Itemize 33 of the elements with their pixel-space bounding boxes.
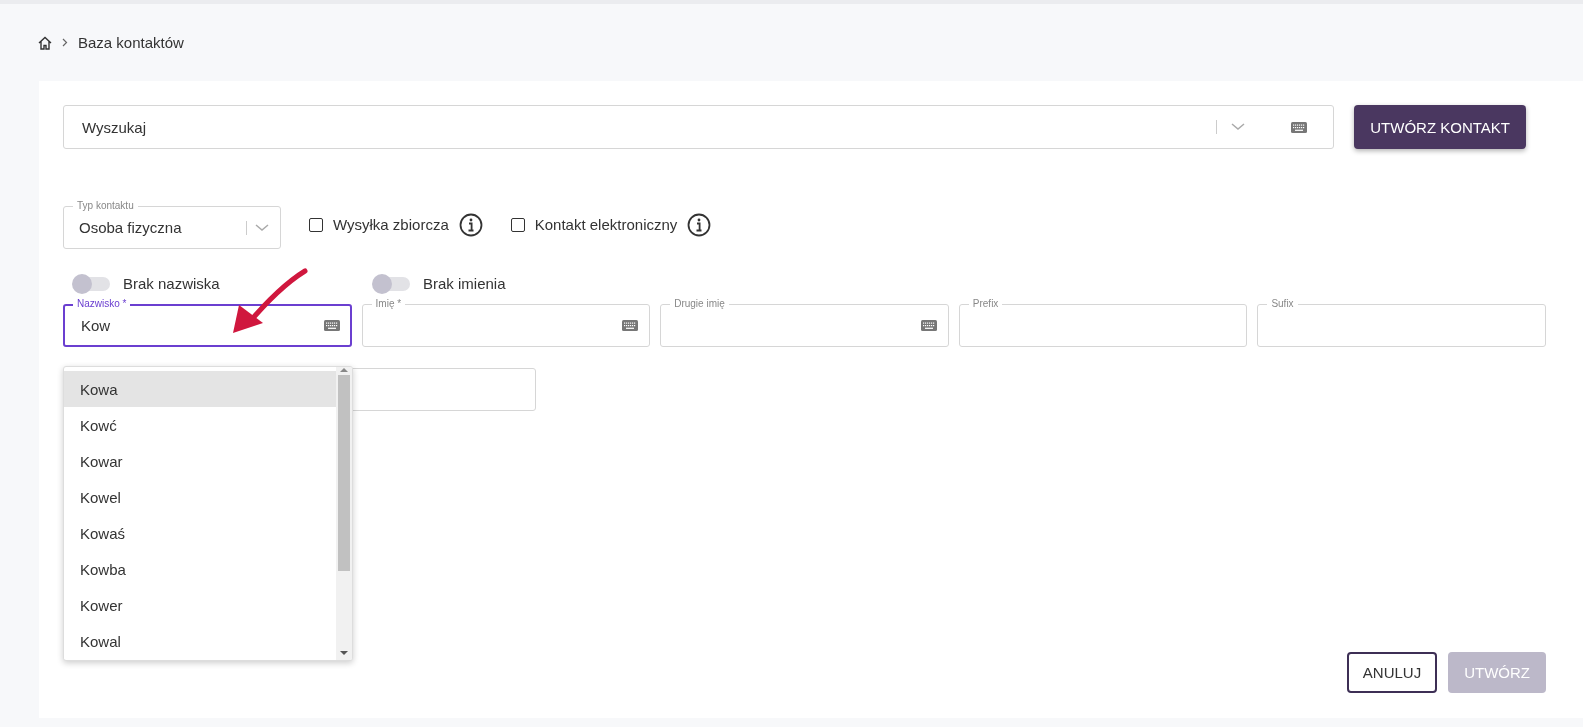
create-contact-button[interactable]: UTWÓRZ KONTAKT — [1354, 105, 1526, 149]
toggle-switch[interactable] — [373, 276, 410, 291]
toggle-label: Brak imienia — [423, 275, 506, 292]
chevron-down-icon[interactable] — [255, 223, 269, 232]
scroll-up-icon[interactable] — [340, 367, 348, 373]
keyboard-icon[interactable] — [323, 320, 340, 331]
text-field[interactable]: Sufix — [1257, 298, 1546, 347]
chevron-right-icon — [62, 38, 68, 47]
checkbox-label: Kontakt elektroniczny — [534, 216, 678, 233]
toggle-label: Brak nazwiska — [123, 275, 220, 292]
chevron-down-icon[interactable] — [1231, 123, 1246, 131]
info-icon[interactable] — [458, 212, 483, 237]
text-field[interactable]: Nazwisko * Kow — [63, 298, 352, 347]
toggle-switch[interactable] — [73, 276, 110, 291]
contact-type-select[interactable]: Typ kontaktu Osoba fizyczna — [63, 200, 281, 249]
keyboard-icon[interactable] — [1291, 121, 1308, 133]
home-icon[interactable] — [38, 35, 52, 50]
text-input[interactable]: Kow — [79, 316, 324, 335]
info-icon[interactable] — [687, 212, 712, 237]
suggestion-option[interactable]: Kowa — [64, 371, 336, 407]
scrollbar[interactable] — [336, 367, 352, 660]
checkbox[interactable] — [510, 217, 525, 232]
scroll-down-icon[interactable] — [340, 650, 348, 656]
text-field[interactable]: Imię * — [361, 298, 651, 347]
text-field[interactable]: Drugie imię — [660, 298, 949, 347]
breadcrumb-current: Baza kontaktów — [78, 34, 184, 51]
text-field[interactable]: Prefix — [958, 298, 1248, 347]
keyboard-icon[interactable] — [920, 320, 937, 331]
checkbox-label: Wysyłka zbiorcza — [333, 216, 449, 233]
keyboard-icon[interactable] — [622, 320, 639, 331]
checkbox[interactable] — [309, 217, 323, 232]
cancel-button[interactable]: ANULUJ — [1346, 652, 1438, 693]
search-field[interactable]: Wyszukaj — [63, 105, 1335, 149]
